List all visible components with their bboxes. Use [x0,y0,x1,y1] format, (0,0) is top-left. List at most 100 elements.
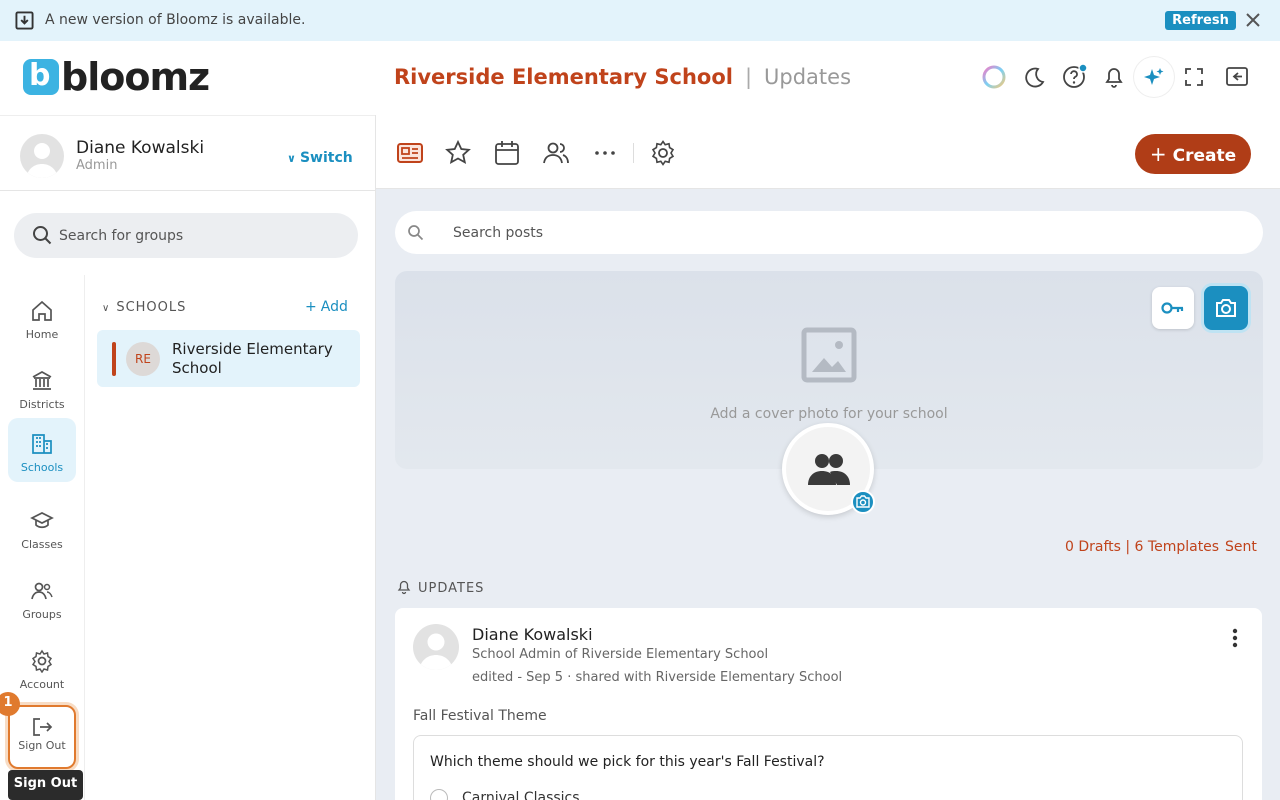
title-separator: | [744,65,753,89]
main-content: + Create Search posts Add a cover photo f… [375,115,1280,800]
sign-out-icon [33,718,53,736]
notifications-bell-icon[interactable] [1101,64,1127,90]
user-role: Admin [76,158,118,173]
help-icon[interactable] [1061,64,1087,90]
create-label: Create [1172,146,1237,166]
main-toolbar: + Create [376,115,1280,189]
update-banner: A new version of Bloomz is available. Re… [0,0,1280,41]
user-name: Diane Kowalski [76,138,205,158]
schools-section-header[interactable]: ∨ SCHOOLS [102,300,186,315]
plus-icon: + [305,299,317,315]
signout-tooltip: Sign Out [8,770,83,800]
nav-home-label: Home [25,328,59,341]
more-vertical-icon[interactable] [1225,626,1245,650]
author-avatar[interactable] [413,624,459,670]
post-title: Fall Festival Theme [413,708,547,724]
school-list-item[interactable]: RE Riverside Elementary School [97,330,360,387]
gear-icon [31,649,53,673]
logo-mark: b [23,59,59,95]
camera-icon [856,495,870,508]
avatar-camera-button[interactable] [851,490,875,514]
home-icon [32,300,52,321]
poll-card: Which theme should we pick for this year… [413,735,1243,800]
calendar-icon[interactable] [493,139,521,167]
districts-building-icon [32,371,52,390]
bloomz-logo[interactable]: b bloomz [23,55,210,99]
logo-wordmark: bloomz [61,55,210,99]
refresh-button[interactable]: Refresh [1165,11,1236,30]
switch-label: Switch [299,150,353,166]
bell-icon [397,580,411,595]
nav-signout-label: Sign Out [18,739,66,752]
star-icon[interactable] [444,139,472,167]
post-search-input[interactable]: Search posts [395,211,1263,254]
color-theme-icon[interactable] [981,64,1007,90]
dark-mode-icon[interactable] [1021,64,1047,90]
nav-home[interactable]: Home [8,285,76,349]
group-search-placeholder: Search for groups [59,228,184,244]
selected-indicator [112,342,116,376]
school-avatar-upload[interactable] [782,423,875,515]
collapse-panel-icon[interactable] [1224,64,1250,90]
poll-question: Which theme should we pick for this year… [430,754,825,770]
section-title: Updates [764,65,852,89]
user-profile: Diane Kowalski Admin ∨ Switch [0,115,375,191]
settings-gear-icon[interactable] [649,139,677,167]
search-icon [408,225,424,241]
groups-icon [31,582,53,600]
school-title[interactable]: Riverside Elementary School [394,65,733,89]
nav-districts[interactable]: Districts [8,355,76,419]
poll-option-label: Carnival Classics [462,790,580,800]
privacy-key-button[interactable] [1152,287,1194,329]
update-post-card: Diane Kowalski School Admin of Riverside… [395,608,1262,800]
nav-schools-label: Schools [20,461,64,474]
school-name: Riverside Elementary School [172,340,333,377]
more-horizontal-icon[interactable] [591,139,619,167]
toolbar-divider [633,143,634,163]
close-icon[interactable] [1244,11,1262,29]
drafts-templates-link[interactable]: 0 Drafts | 6 Templates [1065,539,1219,555]
school-avatar: RE [126,342,160,376]
group-search-input[interactable]: Search for groups [14,213,358,258]
nav-classes-label: Classes [21,538,63,551]
members-icon[interactable] [542,139,570,167]
chevron-down-icon: ∨ [287,152,296,165]
key-icon [1161,302,1184,314]
cover-prompt: Add a cover photo for your school [710,406,948,422]
sent-link[interactable]: Sent [1225,539,1257,555]
nav-groups[interactable]: Groups [8,565,76,629]
upload-cover-button[interactable] [1204,286,1248,330]
search-icon [33,226,52,245]
post-author[interactable]: Diane Kowalski [472,625,593,644]
graduation-cap-icon [30,512,54,529]
plus-icon: + [1149,142,1167,166]
image-placeholder-icon [801,327,857,383]
banner-message: A new version of Bloomz is available. [45,12,306,28]
schools-header-label: SCHOOLS [116,300,187,315]
app-header: b bloomz Riverside Elementary School | U… [0,41,1280,115]
updates-section-header: UPDATES [396,580,484,596]
nav-groups-label: Groups [22,608,62,621]
post-search-placeholder: Search posts [453,225,544,241]
chevron-down-icon: ∨ [102,303,111,314]
post-meta: edited - Sep 5 · shared with Riverside E… [472,670,843,685]
nav-classes[interactable]: Classes [8,495,76,559]
schools-icon [32,434,52,454]
create-button[interactable]: + Create [1135,134,1251,174]
add-school-button[interactable]: + Add [305,299,348,315]
add-label: Add [320,299,348,315]
page-title: Riverside Elementary School | Updates [394,65,851,89]
nav-signout[interactable]: Sign Out [8,705,76,769]
nav-account[interactable]: Account [8,635,76,699]
nav-schools[interactable]: Schools [8,418,76,482]
radio-button[interactable] [430,789,448,800]
updates-tab-icon[interactable] [396,139,424,167]
switch-role-button[interactable]: ∨ Switch [287,150,353,166]
camera-icon [1216,299,1236,317]
download-icon [15,11,34,30]
fullscreen-icon[interactable] [1181,64,1207,90]
avatar[interactable] [20,134,64,178]
poll-option[interactable]: Carnival Classics [430,789,580,800]
ai-assistant-button[interactable] [1134,57,1174,97]
nav-districts-label: Districts [19,398,65,411]
